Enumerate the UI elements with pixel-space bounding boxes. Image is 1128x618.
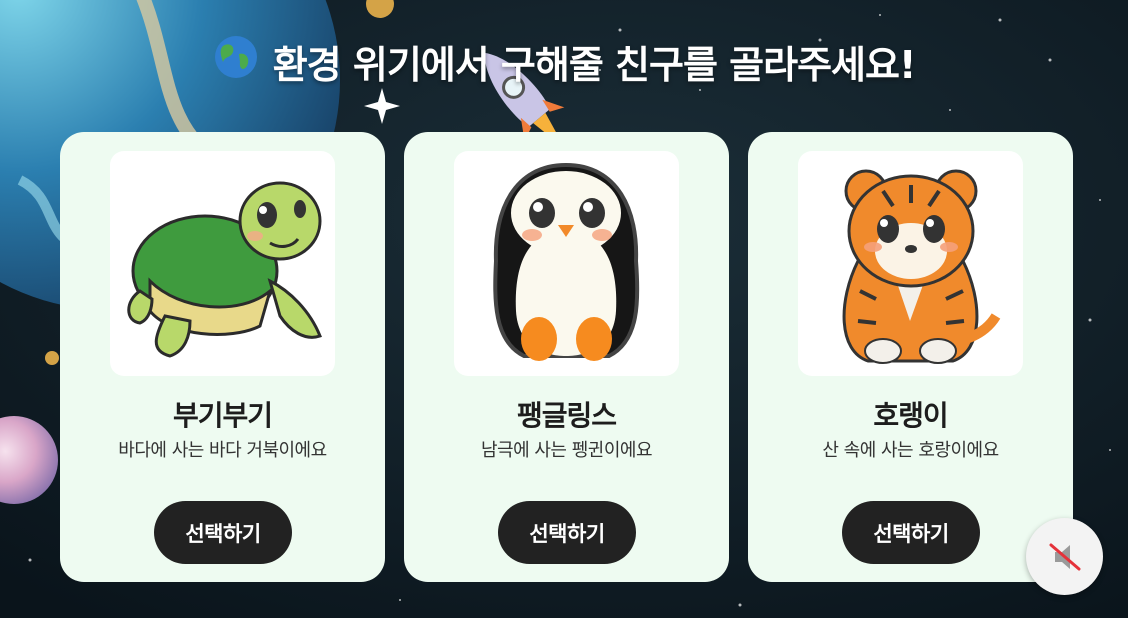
- tiger-illustration: [798, 151, 1023, 376]
- character-description: 바다에 사는 바다 거북이에요: [118, 440, 327, 461]
- penguin-illustration: [454, 151, 679, 376]
- turtle-illustration: [110, 151, 335, 376]
- character-name: 팽글링스: [516, 399, 617, 432]
- select-tiger-button[interactable]: 선택하기: [842, 501, 980, 564]
- select-penguin-button[interactable]: 선택하기: [498, 501, 636, 564]
- character-description: 남극에 사는 펭귄이에요: [480, 440, 653, 461]
- page-title: 환경 위기에서 구해줄 친구를 골라주세요!: [0, 34, 1128, 89]
- sound-toggle-button[interactable]: [1026, 518, 1103, 595]
- character-description: 산 속에 사는 호랑이에요: [822, 440, 999, 461]
- character-card-penguin: 팽글링스 남극에 사는 펭귄이에요 선택하기: [404, 132, 729, 582]
- character-name: 부기부기: [172, 399, 273, 432]
- character-card-tiger: 호랭이 산 속에 사는 호랑이에요 선택하기: [748, 132, 1073, 582]
- select-turtle-button[interactable]: 선택하기: [154, 501, 292, 564]
- page-title-text: 환경 위기에서 구해줄 친구를 골라주세요!: [272, 43, 917, 87]
- globe-icon: [213, 34, 259, 89]
- character-card-turtle: 부기부기 바다에 사는 바다 거북이에요 선택하기: [60, 132, 385, 582]
- character-name: 호랭이: [873, 399, 948, 432]
- speaker-muted-icon: [1049, 543, 1080, 570]
